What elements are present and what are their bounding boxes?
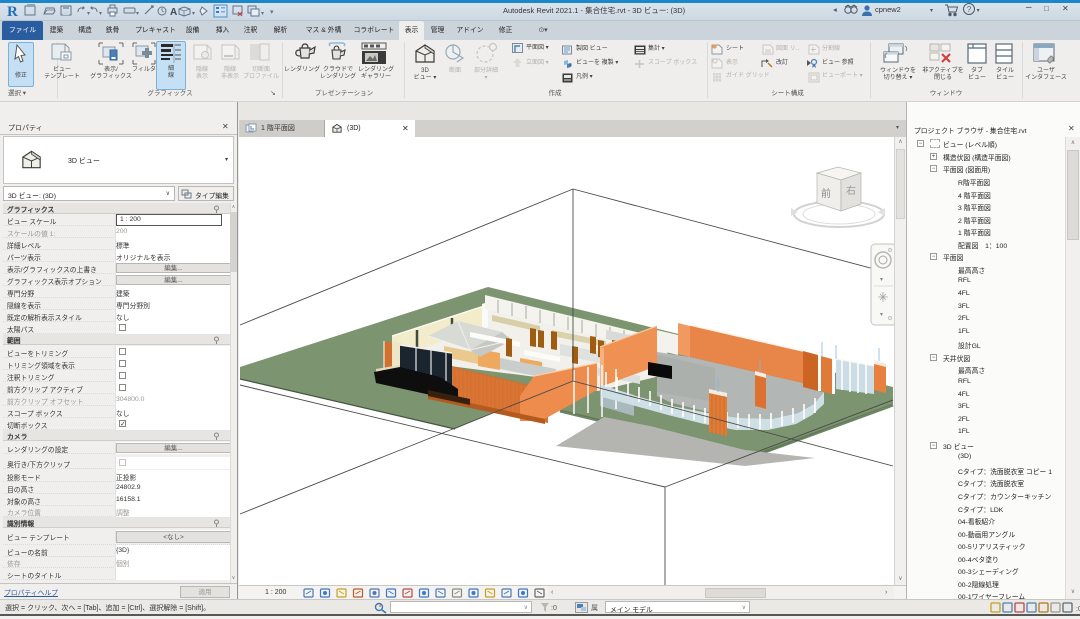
svg-text::0: :0: [551, 605, 557, 612]
svg-text:▾: ▾: [99, 11, 102, 17]
svg-text::0: :0: [1076, 606, 1080, 613]
svg-text:▾: ▾: [880, 277, 883, 283]
svg-text:×: ×: [569, 63, 573, 69]
svg-text:右: 右: [846, 184, 856, 197]
svg-text:▾: ▾: [261, 11, 264, 17]
svg-text:前: 前: [821, 187, 831, 200]
svg-text:▾: ▾: [880, 312, 883, 318]
svg-text:R: R: [7, 4, 18, 19]
svg-text:A: A: [170, 7, 177, 18]
svg-text:▾: ▾: [270, 9, 274, 16]
svg-text:▾: ▾: [192, 11, 195, 17]
svg-text:▾: ▾: [87, 11, 90, 17]
svg-text:▾: ▾: [136, 11, 139, 17]
